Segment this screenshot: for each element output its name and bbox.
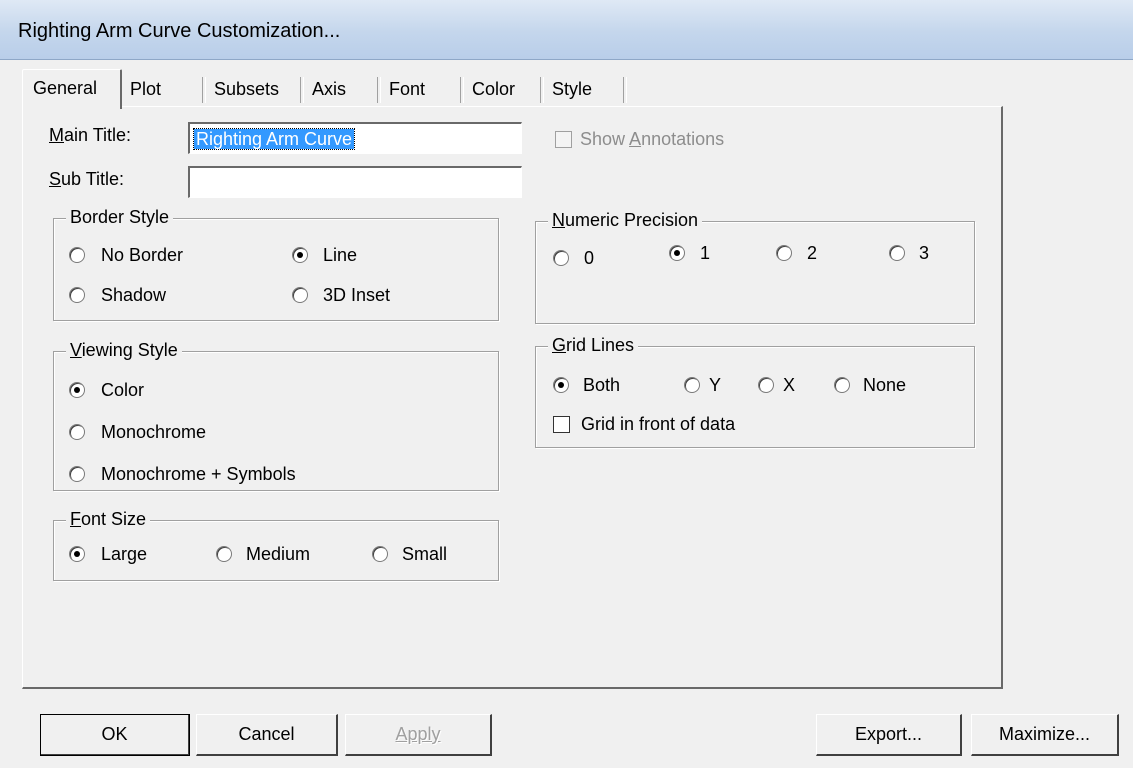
- precision-1-label: 1: [700, 243, 711, 263]
- monochrome-symbols-radio[interactable]: [69, 466, 85, 482]
- precision-1-radio[interactable]: [669, 245, 685, 261]
- general-tab-panel: Main Title: Righting Arm Curve Sub Title…: [22, 106, 1003, 689]
- tab-color[interactable]: Color: [464, 73, 544, 107]
- 3d-inset-label: 3D Inset: [323, 285, 391, 305]
- apply-button[interactable]: Apply: [345, 714, 492, 756]
- tab-subsets[interactable]: Subsets: [206, 73, 304, 107]
- font-size-group: Font Size Large Medium Small: [53, 509, 499, 581]
- tab-plot-label: Plot: [130, 79, 162, 99]
- tab-style[interactable]: Style: [544, 73, 627, 107]
- viewing-style-group: Viewing Style Color Monochrome Monochrom…: [53, 340, 499, 491]
- tab-general[interactable]: General: [22, 69, 122, 109]
- ok-button[interactable]: OK: [40, 714, 190, 756]
- precision-2-radio[interactable]: [776, 245, 792, 261]
- tab-separator: [623, 77, 627, 103]
- border-style-legend: Border Style: [66, 207, 174, 228]
- numeric-precision-legend: Numeric Precision: [548, 210, 703, 231]
- grid-x-radio[interactable]: [758, 377, 774, 393]
- tab-axis[interactable]: Axis: [304, 73, 381, 107]
- grid-both-label: Both: [583, 375, 621, 395]
- maximize-button-label: Maximize...: [998, 724, 1090, 744]
- tab-font[interactable]: Font: [381, 73, 464, 107]
- window-title: Righting Arm Curve Customization...: [18, 20, 341, 42]
- no-border-radio[interactable]: [69, 247, 85, 263]
- cancel-button-label: Cancel: [238, 724, 295, 744]
- maximize-button[interactable]: Maximize...: [971, 714, 1119, 756]
- grid-none-radio[interactable]: [834, 377, 850, 393]
- shadow-label: Shadow: [101, 285, 167, 305]
- precision-3-label: 3: [919, 243, 930, 263]
- grid-in-front-label: Grid in front of data: [581, 414, 736, 434]
- grid-y-radio[interactable]: [684, 377, 700, 393]
- precision-3-radio[interactable]: [889, 245, 905, 261]
- shadow-radio[interactable]: [69, 287, 85, 303]
- precision-2-label: 2: [807, 243, 818, 263]
- export-button-label: Export...: [854, 724, 923, 744]
- line-label: Line: [323, 245, 358, 265]
- line-radio[interactable]: [292, 247, 308, 263]
- main-title-input[interactable]: Righting Arm Curve: [188, 122, 522, 154]
- sub-title-label-rest: ub Title:: [61, 169, 125, 189]
- grid-none-label: None: [863, 375, 907, 395]
- color-radio[interactable]: [69, 382, 85, 398]
- color-label: Color: [101, 380, 145, 400]
- sub-title-input[interactable]: [188, 166, 522, 198]
- tab-color-label: Color: [472, 79, 516, 99]
- apply-button-label: Apply: [395, 724, 441, 744]
- tab-axis-label: Axis: [312, 79, 347, 99]
- tab-font-label: Font: [389, 79, 426, 99]
- precision-0-label: 0: [584, 248, 595, 268]
- large-radio[interactable]: [69, 546, 85, 562]
- font-size-legend: Font Size: [66, 509, 151, 530]
- monochrome-radio[interactable]: [69, 424, 85, 440]
- grid-lines-legend: Grid Lines: [548, 335, 639, 356]
- tab-subsets-label: Subsets: [214, 79, 280, 99]
- grid-lines-group: Grid Lines Both Y X None Grid in front o…: [535, 335, 975, 448]
- sub-title-label: Sub Title:: [49, 169, 125, 189]
- viewing-style-legend: Viewing Style: [66, 340, 182, 361]
- medium-label: Medium: [246, 544, 311, 564]
- large-label: Large: [101, 544, 148, 564]
- tab-style-label: Style: [552, 79, 593, 99]
- main-title-value: Righting Arm Curve: [192, 128, 356, 150]
- grid-both-radio[interactable]: [553, 377, 569, 393]
- precision-0-radio[interactable]: [553, 250, 569, 266]
- main-title-label-rest: ain Title:: [64, 125, 132, 145]
- monochrome-label: Monochrome: [101, 422, 207, 442]
- grid-x-label: X: [783, 375, 796, 395]
- show-annotations-label: Show Annotations: [580, 129, 725, 149]
- grid-in-front-checkbox[interactable]: [553, 416, 570, 433]
- grid-y-label: Y: [709, 375, 722, 395]
- numeric-precision-group: Numeric Precision 0 1 2 3: [535, 210, 975, 324]
- ok-button-label: OK: [101, 724, 128, 744]
- show-annotations-checkbox[interactable]: [555, 131, 572, 148]
- small-label: Small: [402, 544, 448, 564]
- border-style-group: Border Style No Border Line Shadow 3D In…: [53, 207, 499, 321]
- small-radio[interactable]: [372, 546, 388, 562]
- cancel-button[interactable]: Cancel: [196, 714, 338, 756]
- 3d-inset-radio[interactable]: [292, 287, 308, 303]
- monochrome-symbols-label: Monochrome + Symbols: [101, 464, 296, 484]
- no-border-label: No Border: [101, 245, 184, 265]
- main-title-label: Main Title:: [49, 125, 132, 145]
- title-bar: Righting Arm Curve Customization...: [0, 0, 1133, 60]
- tab-plot[interactable]: Plot: [122, 73, 206, 107]
- tab-general-label: General: [33, 78, 98, 98]
- medium-radio[interactable]: [216, 546, 232, 562]
- export-button[interactable]: Export...: [816, 714, 962, 756]
